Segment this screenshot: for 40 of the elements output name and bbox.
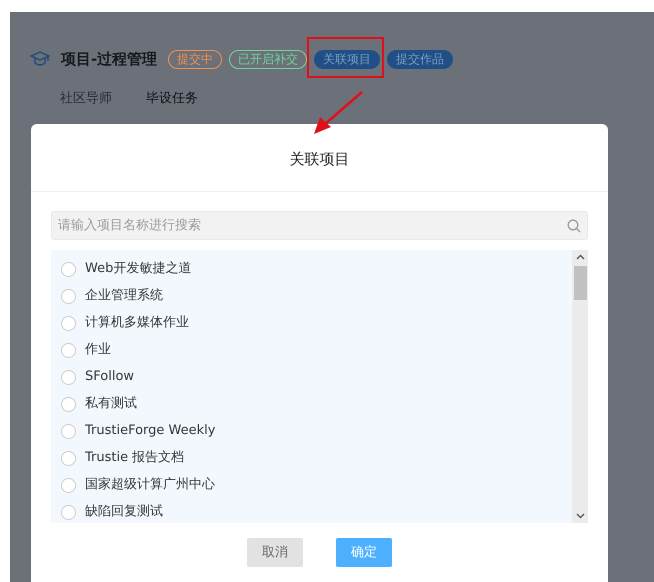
option-label: 国家超级计算广州中心 xyxy=(85,476,215,494)
graduation-cap-icon xyxy=(30,50,50,68)
radio-button[interactable] xyxy=(61,370,76,384)
list-option[interactable]: 缺陷回复测试 xyxy=(61,498,572,526)
option-label: SFollow xyxy=(85,368,134,386)
tab[interactable]: 毕设任务 xyxy=(146,88,198,108)
list-option[interactable]: Trustie 报告文档 xyxy=(61,444,572,472)
option-label: 企业管理系统 xyxy=(85,287,163,306)
list-option[interactable]: 国家超级计算广州中心 xyxy=(61,472,572,498)
scrollbar-thumb[interactable] xyxy=(574,266,586,300)
radio-button[interactable] xyxy=(61,288,76,304)
list-option[interactable]: 私有测试 xyxy=(61,390,572,418)
radio-button[interactable] xyxy=(61,342,76,358)
radio-button[interactable] xyxy=(61,396,76,412)
radio-button[interactable] xyxy=(61,450,76,466)
option-label: Trustie 报告文档 xyxy=(85,449,184,468)
list-option[interactable]: Web开发敏捷之道 xyxy=(61,256,572,282)
option-label: 私有测试 xyxy=(85,395,137,414)
list-option[interactable]: 作业 xyxy=(61,336,572,364)
page-title: 项目-过程管理 xyxy=(61,49,158,70)
list-option[interactable]: 企业管理系统 xyxy=(61,282,572,310)
search-field[interactable]: 请输入项目名称进行搜索 xyxy=(51,210,588,240)
list-option[interactable]: TrustieForge Weekly xyxy=(61,418,572,444)
list-option[interactable]: 计算机多媒体作业 xyxy=(61,310,572,336)
option-label: TrustieForge Weekly xyxy=(85,422,216,440)
status-badge: 已开启补交 xyxy=(229,50,308,69)
cancel-button[interactable]: 取消 xyxy=(247,538,303,567)
search-icon xyxy=(567,218,581,232)
option-label: 缺陷回复测试 xyxy=(85,503,163,522)
radio-button[interactable] xyxy=(61,478,76,492)
option-label: 作业 xyxy=(85,341,111,360)
radio-button[interactable] xyxy=(61,504,76,520)
status-badge: 提交中 xyxy=(168,50,222,69)
option-label: 计算机多媒体作业 xyxy=(85,314,189,332)
radio-button[interactable] xyxy=(61,316,76,330)
radio-button[interactable] xyxy=(61,424,76,438)
scrollbar[interactable] xyxy=(572,250,588,522)
option-label: Web开发敏捷之道 xyxy=(85,260,192,278)
radio-button[interactable] xyxy=(61,262,76,276)
list-option[interactable]: SFollow xyxy=(61,364,572,390)
